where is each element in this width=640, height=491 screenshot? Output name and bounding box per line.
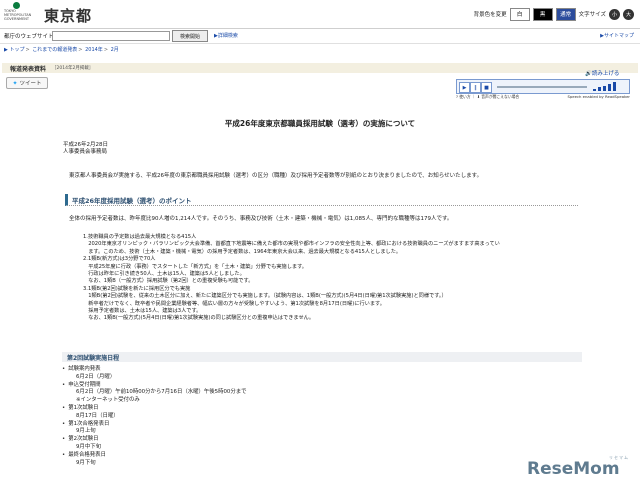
watermark-brand: ReseMom (527, 459, 620, 479)
logo-title: 東京都 (44, 7, 93, 25)
section-heading-schedule: 第2回試験実施日程 (62, 352, 582, 362)
schedule-detail: 6月2日（月曜） (76, 373, 116, 380)
site-logo[interactable]: TOKYO METROPOLITAN GOVERNMENT 東京都 (4, 2, 94, 25)
press-date: ［2014年2月掲載］ (52, 66, 94, 71)
breadcrumb-month[interactable]: 2月 (111, 47, 119, 53)
bg-normal-button[interactable]: 通常 (555, 7, 576, 21)
page-title: 平成26年度東京都職員採用試験（選考）の実施について (224, 119, 416, 128)
schedule-detail: 9月中下旬 (76, 443, 101, 450)
help-link[interactable]: 使い方 (459, 94, 470, 99)
bg-color-label: 背景色を変更 (473, 12, 507, 18)
list-item: 1類B(第2回)試験を、従来の土木区分に加え、新たに建築区分でも実施します。（試… (83, 293, 447, 300)
play-icon[interactable]: ▶ (459, 82, 470, 93)
readspeaker-brand: Speech enabled by ReadSpeaker (567, 94, 630, 99)
breadcrumb-press-archive[interactable]: これまでの報道発表 (32, 47, 77, 53)
list-item: 2.1類B(新方式)は3分野で70人 (83, 256, 156, 263)
schedule-detail: 9月上旬 (76, 428, 96, 435)
tweet-button[interactable]: ✦ ツイート (6, 77, 48, 89)
logo-mark-icon (13, 2, 20, 9)
schedule-item: 試験案内発表 (62, 366, 247, 374)
bg-white-button[interactable]: 白 (509, 7, 530, 21)
list-item: 2020年東京オリンピック・パラリンピック大会準備、首都直下地震等に備えた都市の… (83, 241, 500, 248)
list-item: なお、1類B(一般方式)(5月4日(日曜)第1次試験実施)の同じ試験区分との重複… (83, 315, 315, 322)
press-title: 報道発表資料 (10, 66, 47, 73)
section-heading-points: 平成26年度採用試験（選考）のポイント (65, 194, 578, 206)
pause-icon[interactable]: ‖ (470, 82, 481, 93)
press-release-bar: 報道発表資料 ［2014年2月掲載］ (2, 63, 638, 73)
schedule-detail: 9月下旬 (76, 459, 96, 466)
intro-text: 東京都人事委員会が実施する、平成26年度の東京都職員採用試験（選考）の区分（職種… (69, 173, 483, 179)
volume-level-icon[interactable] (593, 82, 623, 91)
points-list: 1.技術職員の予定数は過去最大規模となる415人 2020年東京オリンピック・パ… (83, 234, 603, 323)
summary-text: 全体の採用予定者数は、昨年度比90人増の1,214人です。そのうち、事務及び技術… (69, 216, 453, 222)
schedule-detail: 8月17日（日曜） (76, 412, 119, 419)
list-item: ます。このため、技術（土木・建築・機械・電気）の採用予定者数は、1964年東京大… (83, 248, 402, 255)
bg-black-button[interactable]: 黒 (532, 7, 553, 21)
breadcrumb-year[interactable]: 2014年 (85, 47, 103, 53)
stop-icon[interactable]: ■ (481, 82, 492, 93)
font-size-label: 文字サイズ (578, 12, 606, 18)
advanced-search-link[interactable]: ▶詳細検索 (214, 32, 238, 39)
display-settings: 背景色を変更 白 黒 通常 文字サイズ 小 大 (473, 7, 634, 21)
breadcrumb-arrow-icon: ▶ (4, 47, 8, 53)
schedule-detail: ※インターネット受付のみ (76, 397, 140, 404)
read-aloud-link[interactable]: 🔊読み上げる (585, 69, 619, 77)
site-header: TOKYO METROPOLITAN GOVERNMENT 東京都 背景色を変更… (0, 0, 640, 29)
breadcrumb: ▶ トップ> これまでの報道発表> 2014年> 2月 (4, 47, 119, 53)
help-icon: ? (456, 94, 459, 99)
doc-meta: 平成26年2月28日 人事委員会事務局 (63, 142, 108, 156)
download-icon: ⬇ (476, 94, 481, 99)
sitemap-link[interactable]: ▶サイトマップ (600, 32, 634, 39)
schedule-list: 試験案内発表 6月2日（月曜） 申込受付期間 6月2日（月曜）午前10時00分か… (62, 366, 247, 467)
readspeaker-player: ▶ ‖ ■ ? 使い方 ｜ ⬇ 音声が聞こえない場合 Speech enable… (456, 79, 632, 103)
breadcrumb-top[interactable]: トップ (9, 47, 24, 53)
doc-office: 人事委員会事務局 (63, 149, 108, 155)
playback-slider[interactable] (497, 86, 587, 88)
doc-date: 平成26年2月28日 (63, 142, 108, 148)
search-button[interactable]: 検索開始 (172, 30, 208, 42)
font-large-button[interactable]: 大 (623, 8, 634, 20)
logo-subtitle: TOKYO METROPOLITAN GOVERNMENT (4, 9, 32, 21)
schedule-item: 第2次試験日 (62, 436, 247, 444)
schedule-item: 第1次試験日 (62, 405, 247, 413)
download-link[interactable]: 音声が聞こえない場合 (481, 94, 519, 99)
list-item: 平成25年度に行政（事務）でスタートした「新方式」を「土木・建築」分野でも実施し… (83, 263, 307, 270)
list-item: なお、1類B（一般方式）採用試験（第2回）との重複受験も可能です。 (83, 278, 254, 285)
twitter-bird-icon: ✦ (12, 79, 18, 87)
speaker-icon: 🔊 (585, 71, 592, 77)
font-small-button[interactable]: 小 (609, 8, 620, 20)
search-bar: 都庁のウェブサイトからさがす 検索開始 ▶詳細検索 ▶サイトマップ (0, 29, 640, 44)
resemom-watermark: リセマム ReseMom (527, 455, 635, 485)
schedule-item: 最終合格発表日 (62, 452, 247, 460)
list-item: 新卒者だけでなく、既卒者や民間企業経験者等、幅広い層の方々が受験しやすいよう、第… (83, 300, 385, 307)
search-input[interactable] (52, 31, 170, 41)
tweet-label: ツイート (19, 81, 42, 87)
